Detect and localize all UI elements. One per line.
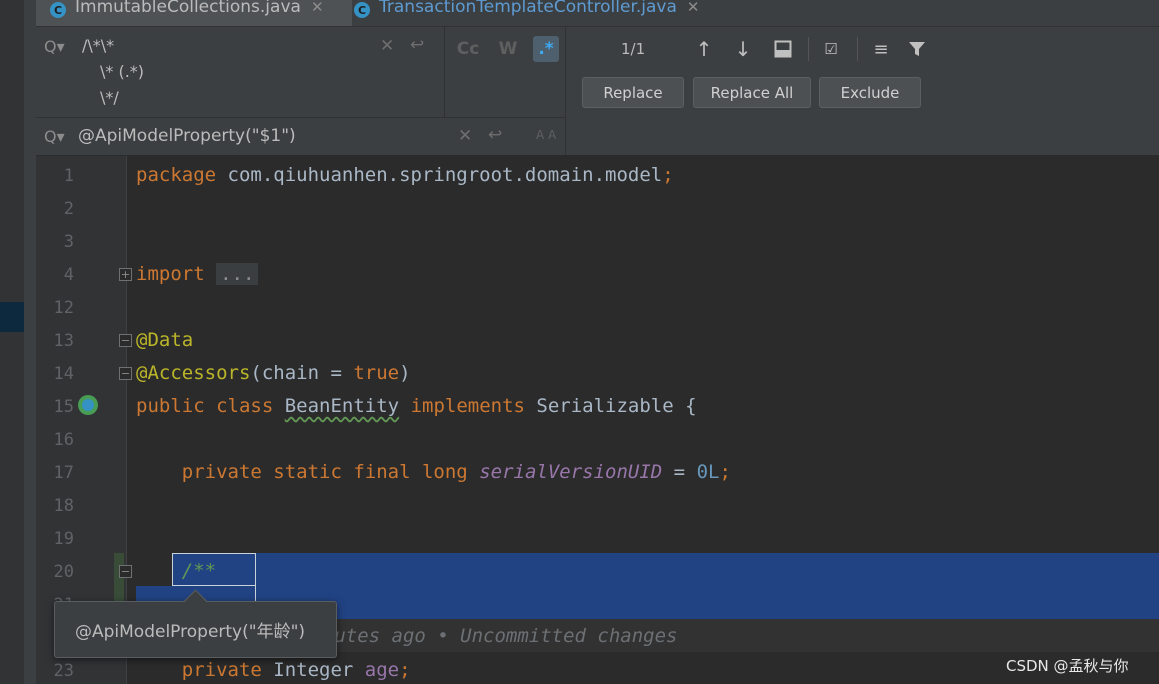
whole-words-toggle[interactable]: W xyxy=(495,36,521,62)
line-number: 23 xyxy=(53,661,74,681)
code-line-4[interactable]: import ... xyxy=(136,263,259,285)
line-number: 14 xyxy=(53,364,74,384)
code-line-1[interactable]: package com.qiuhuanhen.springroot.domain… xyxy=(136,164,674,186)
replace-button[interactable]: Replace xyxy=(582,77,684,108)
line-number: 1 xyxy=(63,166,74,186)
replace-text: @ApiModelProperty("$1") xyxy=(78,126,296,146)
exclude-button[interactable]: Exclude xyxy=(819,77,921,108)
find-replace-panel: Q▾ /\*\* \* (.*) \*/ ✕ ↩ Cc W .* Q▾ @Api… xyxy=(36,27,1159,156)
collapse-fold-icon[interactable]: − xyxy=(119,334,132,347)
line-number: 16 xyxy=(53,430,74,450)
collapse-fold-icon[interactable]: − xyxy=(119,367,132,380)
line-number: 19 xyxy=(53,529,74,549)
implements-gutter-icon[interactable] xyxy=(78,395,98,415)
line-number: 2 xyxy=(63,199,74,219)
line-number: 3 xyxy=(63,232,74,252)
tab-label: ImmutableCollections.java xyxy=(75,0,301,17)
search-history-icon[interactable]: Q▾ xyxy=(44,37,65,56)
class-icon: C xyxy=(50,2,66,18)
tab-immutable-collections[interactable]: C ImmutableCollections.java ✕ xyxy=(36,0,352,26)
previous-occurrence-icon[interactable]: ↑ xyxy=(691,36,717,62)
editor-tab-bar: C ImmutableCollections.java ✕ C Transact… xyxy=(36,0,1159,27)
tooltip-text: @ApiModelProperty("年龄") xyxy=(75,622,306,642)
line-number: 13 xyxy=(53,331,74,351)
selection-highlight xyxy=(256,553,1159,619)
code-line-15[interactable]: public class BeanEntity implements Seria… xyxy=(136,395,697,417)
match-count: 1/1 xyxy=(621,40,646,58)
line-number: 15 xyxy=(53,397,74,417)
select-all-occurrences-icon[interactable] xyxy=(770,36,796,62)
find-text-line-3: \*/ xyxy=(100,88,119,107)
expand-fold-icon[interactable]: + xyxy=(119,268,132,281)
code-line-23[interactable]: private Integer age; xyxy=(136,659,411,681)
find-text-line-2: \* (.*) xyxy=(100,62,145,81)
replace-preview-tooltip: @ApiModelProperty("年龄") xyxy=(54,589,337,658)
line-number: 4 xyxy=(63,265,74,285)
next-occurrence-icon[interactable]: ↓ xyxy=(730,36,756,62)
new-line-icon[interactable]: ↩ xyxy=(410,35,424,55)
folded-imports[interactable]: ... xyxy=(216,263,259,285)
git-blame-annotation: minutes ago • Uncommitted changes xyxy=(300,625,678,647)
find-text-line-1: /\*\* xyxy=(82,36,115,55)
filter-options-icon[interactable]: ≡ xyxy=(868,36,894,62)
code-line-17[interactable]: private static final long serialVersionU… xyxy=(136,461,731,483)
replace-history-icon[interactable]: Q▾ xyxy=(44,127,65,146)
line-number: 17 xyxy=(53,463,74,483)
project-scrollbar[interactable] xyxy=(24,0,36,684)
toolbar-separator xyxy=(808,37,809,61)
match-case-toggle[interactable]: Cc xyxy=(455,36,481,62)
code-line-20[interactable]: /** xyxy=(136,560,216,582)
close-icon[interactable]: ✕ xyxy=(311,0,324,16)
left-tool-strip-selection xyxy=(0,302,24,332)
line-number: 20 xyxy=(53,562,74,582)
clear-icon[interactable]: ✕ xyxy=(458,126,472,146)
tab-label: TransactionTemplateController.java xyxy=(379,0,677,17)
replace-field[interactable]: Q▾ @ApiModelProperty("$1") ✕ ↩ A A xyxy=(36,118,566,155)
find-options: Cc W .* xyxy=(445,27,566,118)
watermark: CSDN @孟秋与你 xyxy=(1006,657,1129,675)
new-line-icon[interactable]: ↩ xyxy=(488,125,502,145)
replace-all-button[interactable]: Replace All xyxy=(693,77,811,108)
clear-icon[interactable]: ✕ xyxy=(380,36,394,56)
code-line-13[interactable]: @Data xyxy=(136,329,193,351)
tab-transaction-template-controller[interactable]: C TransactionTemplateController.java ✕ xyxy=(340,0,770,26)
code-line-14[interactable]: @Accessors(chain = true) xyxy=(136,362,411,384)
regex-toggle[interactable]: .* xyxy=(533,36,559,62)
toolbar-separator xyxy=(857,37,858,61)
close-icon[interactable]: ✕ xyxy=(687,0,700,16)
collapse-fold-icon[interactable]: − xyxy=(119,565,132,578)
filter-icon[interactable] xyxy=(904,36,930,62)
in-selection-icon[interactable]: ☑ xyxy=(818,36,844,62)
left-tool-strip xyxy=(0,0,24,684)
preserve-case-icon[interactable]: A A xyxy=(536,128,556,142)
class-icon: C xyxy=(354,2,370,18)
find-field[interactable]: Q▾ /\*\* \* (.*) \*/ ✕ ↩ xyxy=(36,27,445,118)
line-number: 12 xyxy=(53,298,74,318)
line-number: 18 xyxy=(53,496,74,516)
